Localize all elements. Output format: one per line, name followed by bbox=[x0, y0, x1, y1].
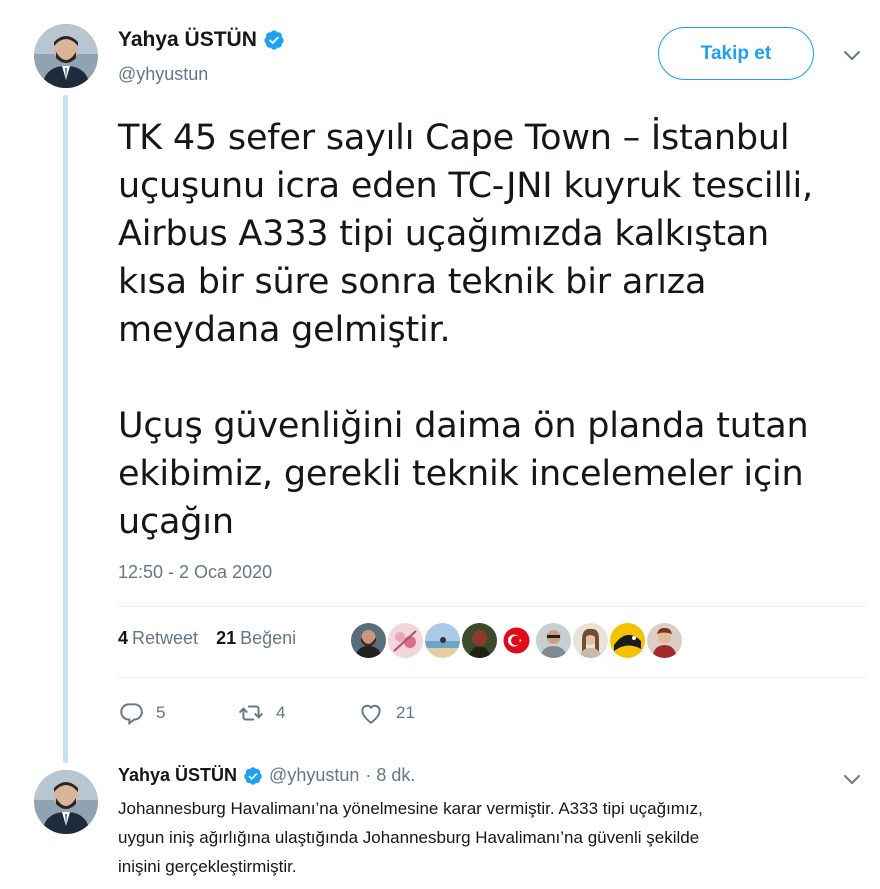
tweet-text-line: uçağın bbox=[118, 502, 234, 542]
retweet-stat-label: Retweet bbox=[132, 628, 199, 648]
liker-avatar[interactable] bbox=[573, 623, 608, 658]
chevron-down-icon[interactable] bbox=[840, 44, 864, 68]
author-name-row[interactable]: Yahya ÜSTÜN bbox=[118, 28, 285, 52]
retweet-stat[interactable]: 4 Retweet bbox=[118, 628, 198, 649]
like-stat-label: Beğeni bbox=[240, 628, 297, 648]
liker-avatar[interactable] bbox=[388, 623, 423, 658]
tweet-text: TK 45 sefer sayılı Cape Town – İstanbul … bbox=[118, 114, 858, 546]
reply-text-line: uygun iniş ağırlığına ulaştığında Johann… bbox=[118, 828, 700, 847]
reply-author-avatar[interactable] bbox=[34, 770, 98, 834]
reply-text: Johannesburg Havalimanı’na yönelmesine k… bbox=[118, 794, 858, 881]
reply-text-line: inişini gerçekleştirmiştir. bbox=[118, 857, 297, 876]
tweet-text-line: TK 45 sefer sayılı Cape Town – İstanbul bbox=[118, 118, 790, 158]
liker-avatar[interactable] bbox=[425, 623, 460, 658]
tweet-text-line: kısa bir süre sonra teknik bir arıza bbox=[118, 262, 707, 302]
liker-avatar[interactable] bbox=[536, 623, 571, 658]
like-stat-count: 21 bbox=[216, 628, 237, 648]
tweet-text-line: meydana gelmiştir. bbox=[118, 310, 451, 350]
reply-text-line: Johannesburg Havalimanı’na yönelmesine k… bbox=[118, 799, 703, 818]
divider bbox=[118, 606, 866, 607]
tweet-stats: 4 Retweet 21 Beğeni bbox=[118, 628, 314, 649]
reply-header: Yahya ÜSTÜN @yhyustun · 8 dk. bbox=[118, 765, 415, 786]
reply-time[interactable]: · 8 dk. bbox=[365, 765, 415, 786]
liker-avatar[interactable] bbox=[647, 623, 682, 658]
retweet-count: 4 bbox=[276, 703, 286, 722]
retweet-action[interactable]: 4 bbox=[238, 700, 285, 726]
verified-badge-icon bbox=[244, 766, 262, 785]
reply-count: 5 bbox=[156, 703, 166, 722]
liker-avatar[interactable] bbox=[499, 623, 534, 658]
tweet-actions: 5 4 21 bbox=[118, 700, 518, 728]
like-action[interactable]: 21 bbox=[358, 700, 415, 726]
follow-button[interactable]: Takip et bbox=[658, 27, 814, 80]
thread-connector-line bbox=[63, 95, 68, 763]
tweet-text-line: uçuşunu icra eden TC-JNI kuyruk tescilli… bbox=[118, 166, 813, 206]
verified-badge-icon bbox=[264, 30, 284, 50]
author-name[interactable]: Yahya ÜSTÜN bbox=[118, 28, 257, 52]
heart-icon bbox=[361, 704, 381, 724]
reply-author-name[interactable]: Yahya ÜSTÜN bbox=[118, 765, 237, 786]
liker-avatar[interactable] bbox=[351, 623, 386, 658]
tweet-timestamp[interactable]: 12:50 - 2 Oca 2020 bbox=[118, 562, 272, 583]
like-count: 21 bbox=[396, 703, 415, 722]
author-avatar[interactable] bbox=[34, 24, 98, 88]
liker-avatar[interactable] bbox=[462, 623, 497, 658]
likers-avatars bbox=[351, 623, 682, 658]
author-handle[interactable]: @yhyustun bbox=[118, 64, 208, 85]
divider bbox=[118, 677, 866, 678]
retweet-stat-count: 4 bbox=[118, 628, 129, 648]
tweet-text-line: ekibimiz, gerekli teknik incelemeler içi… bbox=[118, 454, 804, 494]
tweet-text-line: Airbus A333 tipi uçağımızda kalkıştan bbox=[118, 214, 770, 254]
liker-avatar[interactable] bbox=[610, 623, 645, 658]
retweet-icon bbox=[239, 705, 263, 721]
reply-author-handle[interactable]: @yhyustun bbox=[269, 765, 359, 786]
chevron-down-icon[interactable] bbox=[840, 768, 864, 792]
reply-action[interactable]: 5 bbox=[118, 700, 165, 726]
tweet-text-line: Uçuş güvenliğini daima ön planda tutan bbox=[118, 406, 809, 446]
reply-icon bbox=[120, 703, 143, 726]
like-stat[interactable]: 21 Beğeni bbox=[216, 628, 296, 649]
